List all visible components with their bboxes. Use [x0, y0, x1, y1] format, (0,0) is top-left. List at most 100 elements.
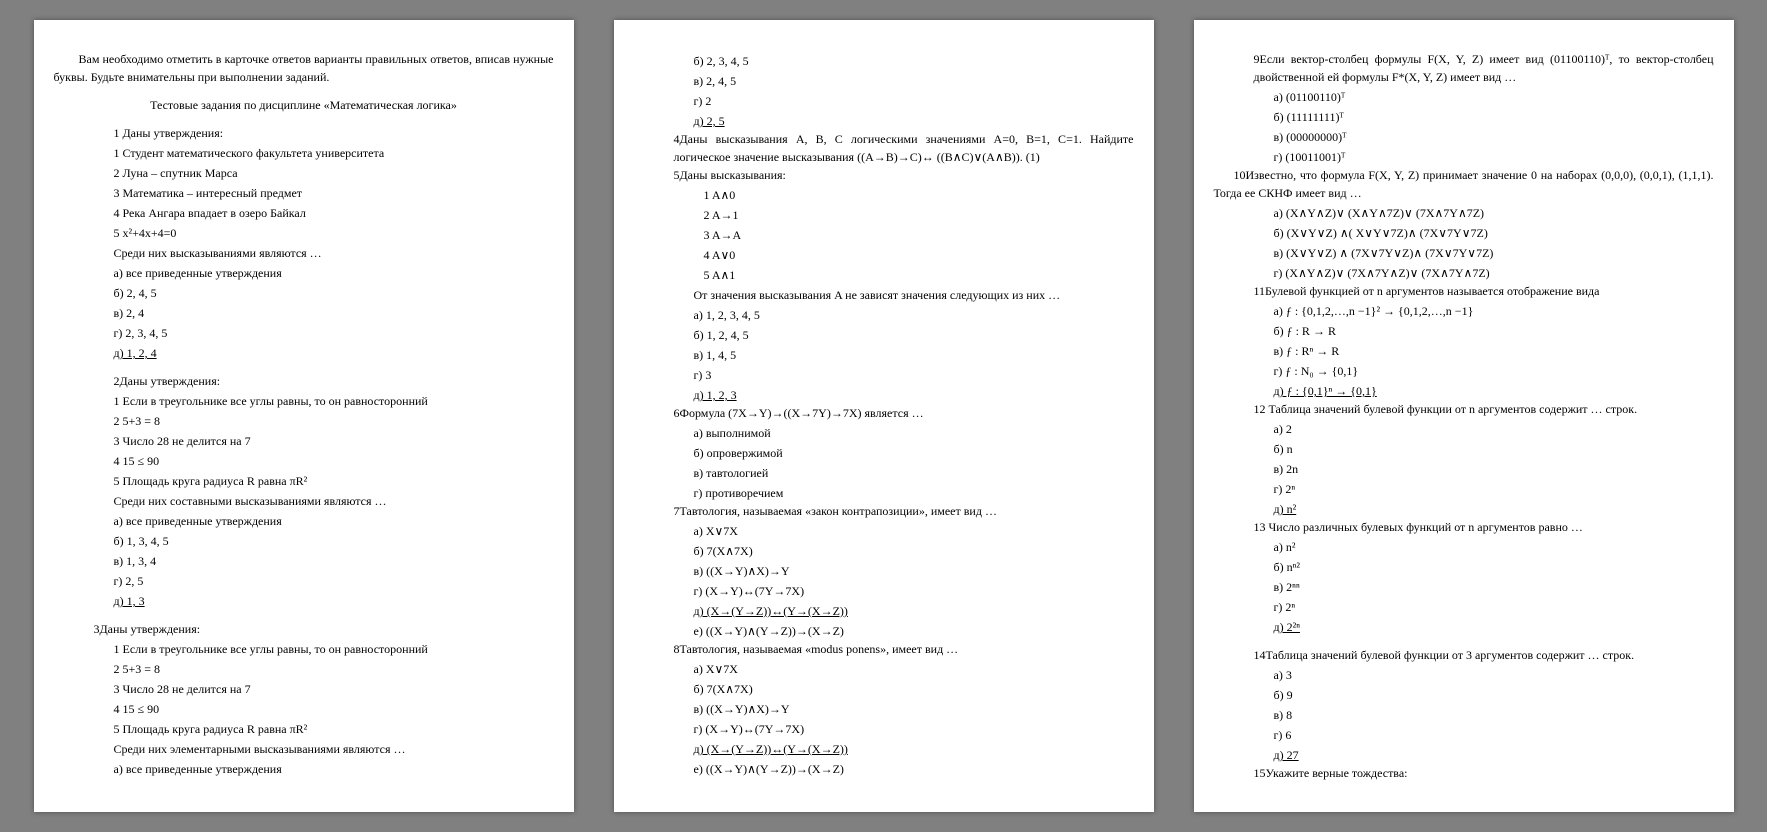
q3-option-a: а) все приведенные утверждения: [114, 760, 554, 778]
q5-statement-5: 5 A∧1: [704, 266, 1134, 284]
q11-stem: 11Булевой функцией от n аргументов назыв…: [1254, 282, 1714, 300]
page-1: Вам необходимо отметить в карточке ответ…: [34, 20, 574, 812]
q10-option-a: а) (X∧Y∧Z)∨ (X∧Y∧7Z)∨ (7X∧7Y∧7Z): [1274, 204, 1714, 222]
q6-option-b: б) опровержимой: [694, 444, 1134, 462]
q1-statement-4: 4 Река Ангара впадает в озеро Байкал: [114, 204, 554, 222]
q7-option-c: в) ((X→Y)∧X)→Y: [694, 562, 1134, 580]
q8-option-d: г) (X→Y)↔(7Y→7X): [694, 720, 1134, 738]
q8-option-e: д) (X→(Y→Z))↔(Y→(X→Z)): [694, 740, 1134, 758]
q7-option-a: а) X∨7X: [694, 522, 1134, 540]
document-title: Тестовые задания по дисциплине «Математи…: [54, 96, 554, 114]
q8-stem: 8Тавтология, называемая «modus ponens», …: [674, 640, 1134, 658]
q12-option-b: б) n: [1274, 440, 1714, 458]
q7-option-d: г) (X→Y)↔(7Y→7X): [694, 582, 1134, 600]
question-11: 11Булевой функцией от n аргументов назыв…: [1214, 282, 1714, 400]
intro-text: Вам необходимо отметить в карточке ответ…: [54, 50, 554, 86]
q1-stem: 1 Даны утверждения:: [114, 124, 554, 142]
q13-stem: 13 Число различных булевых функций от n …: [1254, 518, 1714, 536]
q3-statement-3: 3 Число 28 не делится на 7: [114, 680, 554, 698]
q8-option-f: е) ((X→Y)∧(Y→Z))→(X→Z): [694, 760, 1134, 778]
q1-statement-3: 3 Математика – интересный предмет: [114, 184, 554, 202]
q3-option-e: д) 2, 5: [694, 112, 1134, 130]
q11-option-a: а) ƒ : {0,1,2,…,n −1}² → {0,1,2,…,n −1}: [1274, 302, 1714, 320]
question-7: 7Тавтология, называемая «закон контрапоз…: [634, 502, 1134, 640]
q6-option-a: а) выполнимой: [694, 424, 1134, 442]
q1-option-c: в) 2, 4: [114, 304, 554, 322]
q7-option-b: б) 7(X∧7X): [694, 542, 1134, 560]
q3-option-c: в) 2, 4, 5: [694, 72, 1134, 90]
q5-statement-1: 1 A∧0: [704, 186, 1134, 204]
q1-statement-1: 1 Студент математического факультета уни…: [114, 144, 554, 162]
q3-stem: 3Даны утверждения:: [94, 620, 554, 638]
q7-option-f: е) ((X→Y)∧(Y→Z))→(X→Z): [694, 622, 1134, 640]
q5-statement-3: 3 A→A: [704, 226, 1134, 244]
q3-after: Среди них элементарными высказываниями я…: [114, 740, 554, 758]
question-13: 13 Число различных булевых функций от n …: [1214, 518, 1714, 636]
page-3: 9Если вектор-столбец формулы F(X, Y, Z) …: [1194, 20, 1734, 812]
question-14: 14Таблица значений булевой функции от 3 …: [1214, 646, 1714, 764]
q2-stem: 2Даны утверждения:: [114, 372, 554, 390]
q14-option-a: а) 3: [1274, 666, 1714, 684]
q1-option-a: а) все приведенные утверждения: [114, 264, 554, 282]
q9-option-b: б) (11111111)ᵀ: [1274, 108, 1714, 126]
q11-option-d: г) ƒ : N₀ → {0,1}: [1274, 362, 1714, 380]
question-1: 1 Даны утверждения: 1 Студент математиче…: [54, 124, 554, 362]
q2-statement-2: 2 5+3 = 8: [114, 412, 554, 430]
question-12: 12 Таблица значений булевой функции от n…: [1214, 400, 1714, 518]
q6-option-d: г) противоречием: [694, 484, 1134, 502]
q9-option-d: г) (10011001)ᵀ: [1274, 148, 1714, 166]
question-10: 10Известно, что формула F(X, Y, Z) прини…: [1214, 166, 1714, 282]
q7-stem: 7Тавтология, называемая «закон контрапоз…: [674, 502, 1134, 520]
q13-option-d: г) 2ⁿ: [1274, 598, 1714, 616]
q3-statement-2: 2 5+3 = 8: [114, 660, 554, 678]
question-8: 8Тавтология, называемая «modus ponens», …: [634, 640, 1134, 778]
q13-option-e: д) 2²ⁿ: [1274, 618, 1714, 636]
q5-statement-2: 2 A→1: [704, 206, 1134, 224]
q6-stem: 6Формула (7X→Y)→((X→7Y)→7X) является …: [674, 404, 1134, 422]
q10-option-c: в) (X∨Y∨Z) ∧ (7X∨7Y∨Z)∧ (7X∨7Y∨7Z): [1274, 244, 1714, 262]
q14-option-d: г) 6: [1274, 726, 1714, 744]
q5-after: От значения высказывания A не зависят зн…: [694, 286, 1134, 304]
q5-option-d: г) 3: [694, 366, 1134, 384]
question-2: 2Даны утверждения: 1 Если в треугольнике…: [54, 372, 554, 610]
q8-option-b: б) 7(X∧7X): [694, 680, 1134, 698]
q14-option-c: в) 8: [1274, 706, 1714, 724]
q2-statement-1: 1 Если в треугольнике все углы равны, то…: [114, 392, 554, 410]
question-9: 9Если вектор-столбец формулы F(X, Y, Z) …: [1214, 50, 1714, 166]
q1-after: Среди них высказываниями являются …: [114, 244, 554, 262]
q2-option-d: г) 2, 5: [114, 572, 554, 590]
question-5: 5Даны высказывания: 1 A∧0 2 A→1 3 A→A 4 …: [634, 166, 1134, 404]
q2-statement-5: 5 Площадь круга радиуса R равна πR²: [114, 472, 554, 490]
q3-statement-5: 5 Площадь круга радиуса R равна πR²: [114, 720, 554, 738]
q5-option-b: б) 1, 2, 4, 5: [694, 326, 1134, 344]
q2-statement-3: 3 Число 28 не делится на 7: [114, 432, 554, 450]
q1-option-d: г) 2, 3, 4, 5: [114, 324, 554, 342]
q11-option-c: в) ƒ : Rⁿ → R: [1274, 342, 1714, 360]
q12-option-a: а) 2: [1274, 420, 1714, 438]
q8-option-a: а) X∨7X: [694, 660, 1134, 678]
q11-option-e: д) ƒ : {0,1}ⁿ → {0,1}: [1274, 382, 1714, 400]
q3-option-b: б) 2, 3, 4, 5: [694, 52, 1134, 70]
q14-option-e: д) 27: [1274, 746, 1714, 764]
q1-option-e: д) 1, 2, 4: [114, 344, 554, 362]
q7-option-e: д) (X→(Y→Z))↔(Y→(X→Z)): [694, 602, 1134, 620]
page-2: б) 2, 3, 4, 5 в) 2, 4, 5 г) 2 д) 2, 5 4Д…: [614, 20, 1154, 812]
q10-option-d: г) (X∧Y∧Z)∨ (7X∧7Y∧Z)∨ (7X∧7Y∧7Z): [1274, 264, 1714, 282]
question-3: 3Даны утверждения: 1 Если в треугольнике…: [54, 620, 554, 778]
q9-option-a: а) (01100110)ᵀ: [1274, 88, 1714, 106]
q9-stem: 9Если вектор-столбец формулы F(X, Y, Z) …: [1254, 50, 1714, 86]
q6-option-c: в) тавтологией: [694, 464, 1134, 482]
q13-option-b: б) nⁿ²: [1274, 558, 1714, 576]
q1-statement-2: 2 Луна – спутник Марса: [114, 164, 554, 182]
question-15: 15Укажите верные тождества:: [1254, 764, 1714, 782]
q13-option-c: в) 2ⁿⁿ: [1274, 578, 1714, 596]
q5-option-c: в) 1, 4, 5: [694, 346, 1134, 364]
q14-stem: 14Таблица значений булевой функции от 3 …: [1254, 646, 1714, 664]
q3-statement-1: 1 Если в треугольнике все углы равны, то…: [114, 640, 554, 658]
q3-statement-4: 4 15 ≤ 90: [114, 700, 554, 718]
q1-option-b: б) 2, 4, 5: [114, 284, 554, 302]
q10-option-b: б) (X∨Y∨Z) ∧( X∨Y∨7Z)∧ (7X∨7Y∨7Z): [1274, 224, 1714, 242]
q2-statement-4: 4 15 ≤ 90: [114, 452, 554, 470]
q2-option-c: в) 1, 3, 4: [114, 552, 554, 570]
q5-option-e: д) 1, 2, 3: [694, 386, 1134, 404]
